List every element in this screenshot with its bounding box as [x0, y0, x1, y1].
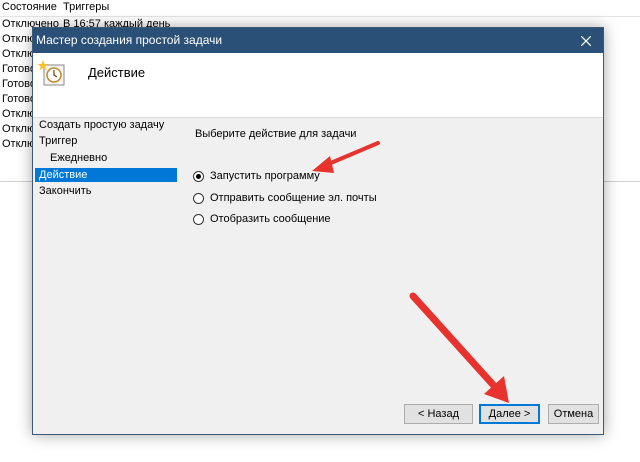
option-send-email[interactable]: Отправить сообщение эл. почты	[193, 190, 377, 206]
step-daily[interactable]: Ежедневно	[35, 151, 177, 165]
wizard-steps: Создать простую задачу Триггер Ежедневно…	[33, 118, 179, 428]
column-header-state[interactable]: Состояние	[2, 1, 57, 13]
step-action[interactable]: Действие	[35, 168, 177, 182]
close-icon	[581, 35, 591, 46]
task-state-cell: Готово	[2, 78, 36, 90]
cancel-button[interactable]: Отмена	[548, 404, 599, 424]
create-basic-task-wizard: Мастер создания простой задачи Действие …	[32, 27, 604, 435]
radio-send-email[interactable]	[193, 192, 204, 204]
step-finish[interactable]: Закончить	[35, 184, 177, 198]
option-label: Отправить сообщение эл. почты	[210, 192, 377, 204]
task-state-cell: Отклю	[2, 33, 36, 45]
header-banner: Действие	[33, 53, 603, 118]
title-bar[interactable]: Мастер создания простой задачи	[33, 28, 603, 53]
column-header-triggers[interactable]: Триггеры	[63, 1, 109, 13]
task-state-cell: Готово	[2, 63, 36, 75]
task-state-cell: Отклю	[2, 48, 36, 60]
task-state-cell: Отклю	[2, 138, 36, 150]
window-title: Мастер создания простой задачи	[36, 33, 223, 47]
task-list-header: Состояние Триггеры	[0, 0, 640, 17]
radio-start-program[interactable]	[193, 170, 204, 182]
close-button[interactable]	[569, 28, 603, 53]
page-heading: Действие	[88, 65, 146, 80]
task-clock-icon	[37, 60, 65, 86]
action-panel: Выберите действие для задачи Запустить п…	[189, 118, 589, 318]
next-button[interactable]: Далее >	[479, 404, 540, 424]
option-start-program[interactable]: Запустить программу	[193, 168, 320, 184]
option-label: Запустить программу	[210, 170, 320, 182]
task-state-cell: Готово	[2, 93, 36, 105]
task-state-cell: Отклю	[2, 108, 36, 120]
step-trigger[interactable]: Триггер	[35, 134, 177, 148]
task-state-cell: Отклю	[2, 123, 36, 135]
option-display-message[interactable]: Отобразить сообщение	[193, 211, 331, 227]
option-label: Отобразить сообщение	[210, 213, 331, 225]
radio-display-message[interactable]	[193, 213, 204, 225]
step-create-task[interactable]: Создать простую задачу	[35, 118, 177, 132]
action-prompt: Выберите действие для задачи	[195, 128, 357, 140]
back-button[interactable]: < Назад	[404, 404, 473, 424]
